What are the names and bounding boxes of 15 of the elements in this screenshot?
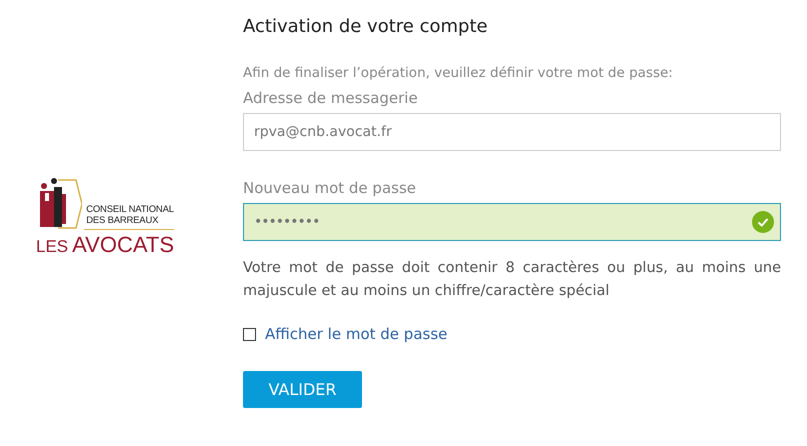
password-field[interactable]: ••••••••• [243,203,781,241]
submit-button[interactable]: VALIDER [243,371,362,408]
instruction-text: Afin de finaliser l’opération, veuillez définir votre mot de passe: [243,65,674,81]
check-icon [752,211,774,233]
logo-text: DES BARREAUX [86,215,160,226]
email-field[interactable]: rpva@cnb.avocat.fr [243,113,781,151]
logo-text: LES [36,237,68,257]
page-title: Activation de votre compte [243,16,489,37]
field-label: Adresse de messagerie [243,89,419,107]
field-label: Nouveau mot de passe [243,179,418,197]
show-password-checkbox[interactable] [243,328,256,340]
logo-text: AVOCATS [72,232,174,258]
show-password-link[interactable]: Afficher le mot de passe [265,325,448,343]
logo-text: CONSEIL NATIONAL [86,204,174,215]
password-hint: Votre mot de passe doit contenir 8 caractères ou plus, au moins une majuscule et au moins un chiffre/caractère spécial [243,259,781,301]
